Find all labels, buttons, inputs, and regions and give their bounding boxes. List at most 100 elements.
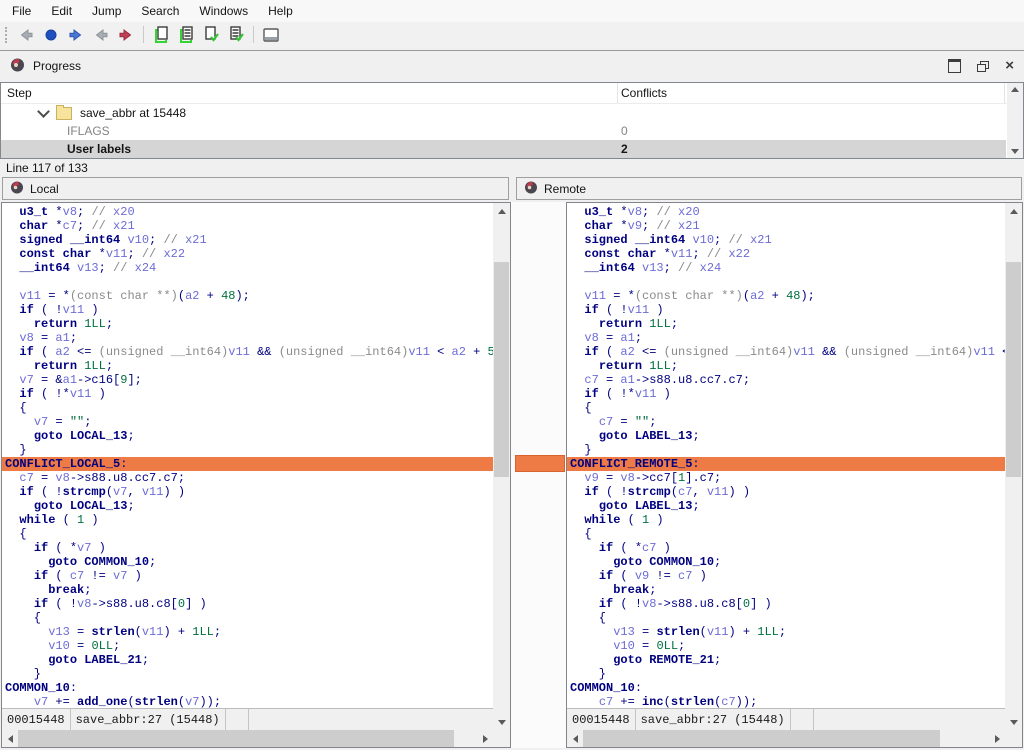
current-position-dot-icon[interactable] — [40, 24, 62, 46]
conflict-line[interactable]: CONFLICT_LOCAL_5: — [2, 457, 493, 471]
code-line[interactable]: if ( *c7 ) — [570, 541, 1005, 555]
tree-row-user-labels[interactable]: User labels 2 — [1, 140, 1006, 158]
tree-row-label[interactable]: IFLAGS — [67, 124, 110, 138]
code-line[interactable]: { — [5, 401, 493, 415]
local-vertical-scrollbar[interactable] — [493, 203, 510, 747]
code-line[interactable]: v10 = 0LL; — [5, 639, 493, 653]
remote-horizontal-scrollbar[interactable] — [567, 730, 1005, 747]
menu-help[interactable]: Help — [258, 1, 303, 21]
code-line[interactable]: v11 = *(const char **)(a2 + 48); — [570, 289, 1005, 303]
scroll-left-icon[interactable] — [2, 730, 18, 747]
scroll-down-icon[interactable] — [1011, 149, 1019, 154]
code-line[interactable]: c7 = v8->s88.u8.cc7.c7; — [5, 471, 493, 485]
code-line[interactable]: if ( !v8->s88.u8.c8[0] ) — [570, 597, 1005, 611]
code-line[interactable]: v11 = *(const char **)(a2 + 48); — [5, 289, 493, 303]
scroll-right-icon[interactable] — [989, 730, 1005, 747]
code-line[interactable]: c7 = a1->s88.u8.cc7.c7; — [570, 373, 1005, 387]
code-line[interactable]: char *v9; // x21 — [570, 219, 1005, 233]
code-line[interactable]: if ( !v11 ) — [570, 303, 1005, 317]
code-line[interactable]: goto LABEL_13; — [570, 429, 1005, 443]
code-line[interactable]: { — [570, 401, 1005, 415]
code-line[interactable]: return 1LL; — [5, 359, 493, 373]
code-line[interactable]: if ( a2 <= (unsigned __int64)v11 && (uns… — [570, 345, 1005, 359]
float-button[interactable] — [977, 61, 989, 72]
code-line[interactable]: } — [570, 443, 1005, 457]
document-list-icon[interactable] — [175, 24, 197, 46]
scrollbar-thumb[interactable] — [18, 730, 454, 747]
code-line[interactable]: break; — [570, 583, 1005, 597]
code-line[interactable]: char *c7; // x21 — [5, 219, 493, 233]
scrollbar-thumb[interactable] — [583, 730, 940, 747]
code-line[interactable] — [570, 275, 1005, 289]
scrollbar-thumb[interactable] — [1006, 262, 1021, 477]
previous-conflict-arrow-icon[interactable] — [90, 24, 112, 46]
code-line[interactable]: if ( !v11 ) — [5, 303, 493, 317]
tree-row-label[interactable]: save_abbr at 15448 — [80, 106, 186, 120]
document-local-icon[interactable] — [150, 24, 172, 46]
code-line[interactable]: goto LABEL_21; — [5, 653, 493, 667]
code-line[interactable]: { — [5, 611, 493, 625]
column-conflicts[interactable]: Conflicts — [621, 86, 667, 100]
code-line[interactable]: __int64 v13; // x24 — [5, 261, 493, 275]
code-line[interactable]: signed __int64 v10; // x21 — [5, 233, 493, 247]
code-line[interactable]: if ( !*v11 ) — [570, 387, 1005, 401]
conflict-line[interactable]: CONFLICT_REMOTE_5: — [567, 457, 1005, 471]
code-line[interactable]: v8 = a1; — [570, 331, 1005, 345]
back-arrow-icon[interactable] — [15, 24, 37, 46]
tree-row-iflags[interactable]: IFLAGS 0 — [1, 122, 1006, 140]
code-line[interactable]: if ( c7 != v7 ) — [5, 569, 493, 583]
progress-titlebar[interactable]: Progress × — [0, 51, 1024, 81]
column-step[interactable]: Step — [7, 86, 32, 100]
column-divider[interactable] — [617, 83, 618, 103]
code-line[interactable]: v8 = a1; — [5, 331, 493, 345]
chevron-down-icon[interactable] — [37, 105, 50, 118]
column-divider[interactable] — [1004, 83, 1005, 103]
code-line[interactable]: while ( 1 ) — [5, 513, 493, 527]
code-line[interactable]: { — [570, 611, 1005, 625]
toolbar-drag-handle[interactable] — [5, 27, 7, 43]
code-line[interactable]: } — [5, 443, 493, 457]
scroll-down-icon[interactable] — [493, 714, 510, 730]
code-line[interactable]: u3_t *v8; // x20 — [570, 205, 1005, 219]
menu-edit[interactable]: Edit — [41, 1, 82, 21]
menu-search[interactable]: Search — [131, 1, 189, 21]
code-line[interactable] — [5, 275, 493, 289]
code-line[interactable]: goto REMOTE_21; — [570, 653, 1005, 667]
code-line[interactable]: if ( !strcmp(c7, v11) ) — [570, 485, 1005, 499]
code-line[interactable]: c7 = ""; — [570, 415, 1005, 429]
code-line[interactable]: u3_t *v8; // x20 — [5, 205, 493, 219]
remote-vertical-scrollbar[interactable] — [1005, 203, 1022, 747]
code-line[interactable]: } — [570, 667, 1005, 681]
code-line[interactable]: { — [5, 527, 493, 541]
forward-arrow-icon[interactable] — [65, 24, 87, 46]
code-line[interactable]: COMMON_10: — [5, 681, 493, 695]
scrollbar-thumb[interactable] — [494, 262, 509, 477]
list-accept-icon[interactable] — [225, 24, 247, 46]
document-accept-icon[interactable] — [200, 24, 222, 46]
menu-jump[interactable]: Jump — [82, 1, 131, 21]
code-line[interactable]: return 1LL; — [570, 359, 1005, 373]
code-line[interactable]: v13 = strlen(v11) + 1LL; — [5, 625, 493, 639]
code-line[interactable]: COMMON_10: — [570, 681, 1005, 695]
tree-header[interactable]: Step Conflicts — [1, 83, 1023, 104]
scroll-left-icon[interactable] — [567, 730, 583, 747]
code-line[interactable]: v13 = strlen(v11) + 1LL; — [570, 625, 1005, 639]
next-conflict-arrow-icon[interactable] — [115, 24, 137, 46]
code-line[interactable]: { — [570, 527, 1005, 541]
code-line[interactable]: goto COMMON_10; — [570, 555, 1005, 569]
code-line[interactable]: goto LOCAL_13; — [5, 499, 493, 513]
local-pane-header[interactable]: Local — [2, 177, 509, 200]
code-line[interactable]: const char *v11; // x22 — [5, 247, 493, 261]
tree-row-label[interactable]: User labels — [67, 142, 131, 156]
scroll-up-icon[interactable] — [1011, 87, 1019, 92]
code-line[interactable]: if ( !v8->s88.u8.c8[0] ) — [5, 597, 493, 611]
tree-scrollbar[interactable] — [1007, 83, 1023, 158]
scroll-up-icon[interactable] — [1005, 203, 1022, 219]
code-line[interactable]: while ( 1 ) — [570, 513, 1005, 527]
code-line[interactable]: break; — [5, 583, 493, 597]
code-line[interactable]: return 1LL; — [570, 317, 1005, 331]
scroll-up-icon[interactable] — [493, 203, 510, 219]
tree-row-save-abbr[interactable]: save_abbr at 15448 — [1, 104, 1006, 122]
code-line[interactable]: if ( *v7 ) — [5, 541, 493, 555]
menu-file[interactable]: File — [2, 1, 41, 21]
